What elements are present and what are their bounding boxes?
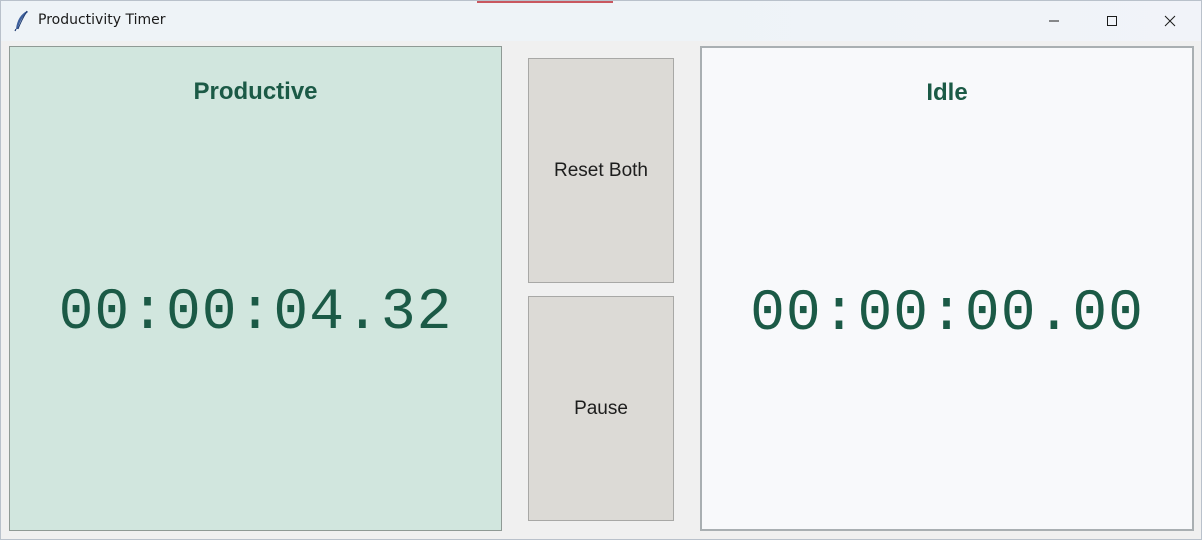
title-accent	[477, 1, 613, 3]
close-button[interactable]	[1141, 1, 1199, 41]
maximize-button[interactable]	[1083, 1, 1141, 41]
idle-label: Idle	[926, 79, 968, 106]
maximize-icon	[1106, 15, 1118, 27]
productive-timer: 00:00:04.32	[58, 281, 453, 346]
minimize-icon	[1048, 15, 1060, 27]
idle-timer: 00:00:00.00	[750, 282, 1144, 347]
pause-button[interactable]: Pause	[528, 296, 674, 521]
productive-panel[interactable]: Productive 00:00:04.32	[9, 46, 502, 531]
title-bar[interactable]: Productivity Timer	[1, 1, 1201, 41]
idle-panel[interactable]: Idle 00:00:00.00	[700, 46, 1194, 531]
close-icon	[1164, 15, 1176, 27]
app-window: Productivity Timer Productive 00:00:04.3…	[0, 0, 1202, 540]
reset-both-button[interactable]: Reset Both	[528, 58, 674, 283]
window-title: Productivity Timer	[38, 12, 166, 28]
productive-label: Productive	[193, 78, 318, 105]
feather-icon	[13, 10, 31, 32]
minimize-button[interactable]	[1025, 1, 1083, 41]
